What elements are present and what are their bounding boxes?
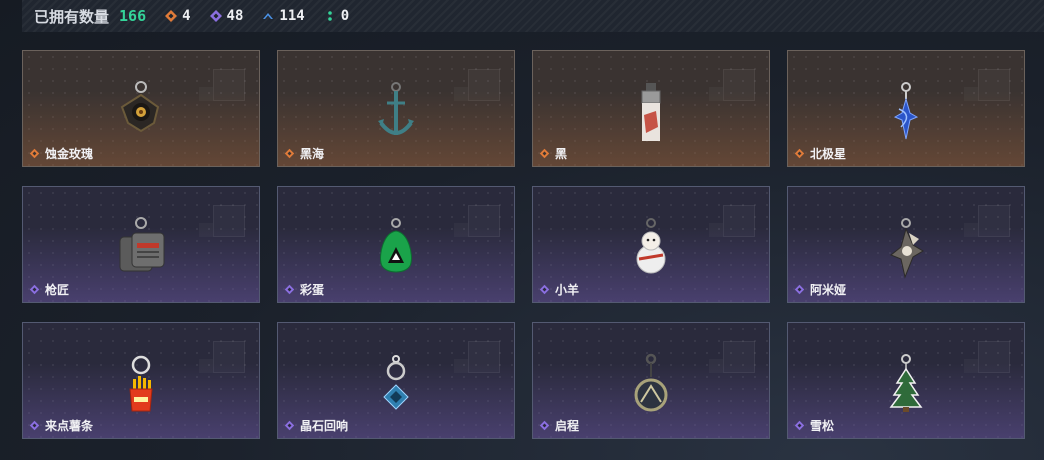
bunny-charm-icon — [890, 218, 924, 279]
item-card[interactable]: 阿米娅 — [787, 186, 1025, 303]
lamb-charm-icon — [636, 218, 666, 274]
purple-diamond-icon — [209, 10, 222, 22]
stat-green: 0 — [323, 8, 349, 24]
item-name-row: 启程 — [539, 417, 579, 434]
rose-charm-icon — [120, 81, 160, 133]
item-card[interactable]: 蚀金玫瑰 — [22, 50, 260, 167]
card-decoration — [709, 359, 723, 373]
orange-rarity-icon — [794, 148, 805, 159]
card-decoration — [709, 87, 723, 101]
stat-orange-value: 4 — [182, 8, 191, 24]
stat-purple-value: 48 — [226, 8, 244, 24]
item-name-row: 小羊 — [539, 281, 579, 298]
item-name: 雪松 — [810, 419, 835, 433]
card-decoration — [723, 69, 755, 101]
item-card[interactable]: 黑海 — [277, 50, 515, 167]
card-decoration — [199, 359, 213, 373]
green-dots-icon — [327, 11, 332, 21]
stat-blue: 114 — [261, 8, 305, 24]
blue-chevron-icon — [263, 13, 274, 19]
card-decoration — [213, 341, 245, 373]
orange-rarity-icon — [539, 148, 550, 159]
anchor-charm-icon — [378, 82, 414, 135]
item-card[interactable]: 北极星 — [787, 50, 1025, 167]
item-name: 小羊 — [555, 283, 580, 297]
owned-count-label: 已拥有数量 — [34, 7, 110, 26]
item-card[interactable]: 雪松 — [787, 322, 1025, 439]
purple-rarity-icon — [284, 420, 295, 431]
item-card[interactable]: 启程 — [532, 322, 770, 439]
card-decoration — [978, 205, 1010, 237]
card-decoration — [709, 223, 723, 237]
item-name-row: 来点薯条 — [29, 417, 93, 434]
item-name: 启程 — [555, 419, 580, 433]
tree-charm-icon — [889, 354, 923, 412]
item-name-row: 晶石回响 — [284, 417, 348, 434]
orange-rarity-icon — [29, 148, 40, 159]
item-name: 阿米娅 — [810, 283, 847, 297]
item-name: 北极星 — [810, 147, 847, 161]
card-decoration — [964, 359, 978, 373]
item-name: 黑海 — [300, 147, 325, 161]
card-decoration — [454, 359, 468, 373]
medal-charm-icon — [634, 353, 668, 412]
item-name-row: 彩蛋 — [284, 281, 324, 298]
item-name: 黑 — [555, 147, 568, 161]
item-name-row: 枪匠 — [29, 281, 69, 298]
orange-diamond-icon — [165, 10, 178, 22]
item-card[interactable]: 彩蛋 — [277, 186, 515, 303]
item-name-row: 阿米娅 — [794, 281, 846, 298]
card-decoration — [468, 341, 500, 373]
purple-rarity-icon — [794, 420, 805, 431]
stat-orange: 4 — [164, 8, 191, 24]
stat-green-value: 0 — [340, 8, 350, 24]
card-decoration — [454, 223, 468, 237]
orange-rarity-icon — [284, 148, 295, 159]
item-card[interactable]: 小羊 — [532, 186, 770, 303]
card-decoration — [199, 87, 213, 101]
purple-rarity-icon — [29, 284, 40, 295]
stat-purple: 48 — [209, 8, 244, 24]
purple-rarity-icon — [539, 284, 550, 295]
collection-summary-bar: 已拥有数量 166 4 48 114 0 — [22, 0, 1044, 32]
item-name-row: 北极星 — [794, 145, 846, 162]
item-card[interactable]: 黑 — [532, 50, 770, 167]
card-decoration — [978, 69, 1010, 101]
card-decoration — [468, 205, 500, 237]
stat-blue-value: 114 — [279, 8, 305, 24]
purple-rarity-icon — [794, 284, 805, 295]
item-card[interactable]: 来点薯条 — [22, 322, 260, 439]
item-name: 彩蛋 — [300, 283, 325, 297]
item-name: 蚀金玫瑰 — [45, 147, 94, 161]
item-name: 来点薯条 — [45, 419, 94, 433]
card-decoration — [723, 205, 755, 237]
card-decoration — [468, 69, 500, 101]
crystal-charm-icon — [383, 355, 409, 410]
card-decoration — [978, 341, 1010, 373]
card-decoration — [213, 69, 245, 101]
item-name-row: 黑 — [539, 145, 567, 162]
star-charm-icon — [893, 82, 919, 140]
lighter-charm-icon — [641, 83, 661, 141]
item-name: 枪匠 — [45, 283, 70, 297]
item-name-row: 黑海 — [284, 145, 324, 162]
card-decoration — [213, 205, 245, 237]
card-decoration — [723, 341, 755, 373]
item-card[interactable]: 晶石回响 — [277, 322, 515, 439]
egg-charm-icon — [380, 218, 412, 273]
owned-count-value: 166 — [119, 7, 147, 25]
item-card[interactable]: 枪匠 — [22, 186, 260, 303]
dogtag-charm-icon — [119, 217, 165, 272]
fries-charm-icon — [129, 355, 153, 412]
card-decoration — [964, 223, 978, 237]
purple-rarity-icon — [284, 284, 295, 295]
card-decoration — [964, 87, 978, 101]
item-name-row: 雪松 — [794, 417, 834, 434]
item-name-row: 蚀金玫瑰 — [29, 145, 93, 162]
card-decoration — [454, 87, 468, 101]
purple-rarity-icon — [539, 420, 550, 431]
purple-rarity-icon — [29, 420, 40, 431]
card-decoration — [199, 223, 213, 237]
item-name: 晶石回响 — [300, 419, 349, 433]
